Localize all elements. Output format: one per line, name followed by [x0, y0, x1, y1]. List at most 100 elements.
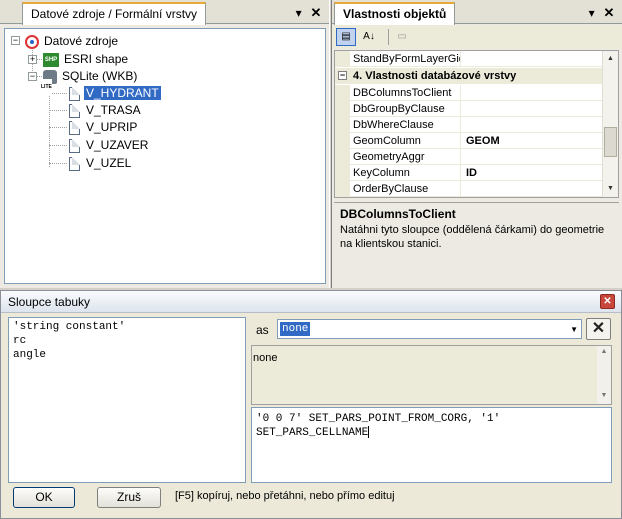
tree-node-sqlite[interactable]: SQLite (WKB) [41, 68, 139, 96]
table-icon [69, 120, 80, 135]
property-row[interactable]: OrderByClause [335, 181, 603, 197]
pin-menu-icon[interactable]: ▾ [292, 6, 306, 20]
tree-node-label: V_TRASA [86, 103, 141, 117]
row-gutter [335, 101, 350, 117]
row-gutter [335, 181, 350, 197]
scroll-down-icon[interactable]: ▼ [597, 392, 611, 399]
property-name: StandByFormLayerGid [353, 51, 461, 67]
property-name: GeometryAggr [353, 149, 461, 165]
property-row[interactable]: DbWhereClause [335, 117, 603, 133]
categorized-view-icon[interactable]: ▤ [336, 28, 356, 46]
tree-node-table[interactable]: V_UPRIP [69, 119, 139, 136]
data-sources-panel: Datové zdroje / Formální vrstvy ▾ ✕ − Da… [0, 0, 329, 288]
docked-panels: Datové zdroje / Formální vrstvy ▾ ✕ − Da… [0, 0, 622, 288]
tree-node-table[interactable]: V_UZAVER [69, 137, 150, 154]
alphabetical-sort-icon[interactable]: A↓ [359, 28, 379, 46]
tree-line [49, 110, 67, 111]
description-text: Natáhni tyto sloupce (oddělená čárkami) … [340, 224, 605, 250]
tree-node-label: V_UZEL [86, 156, 132, 170]
tree-node-label: V_UZAVER [86, 138, 149, 152]
pin-menu-icon[interactable]: ▾ [585, 6, 599, 20]
scroll-thumb[interactable] [604, 127, 617, 157]
description-title: DBColumnsToClient [340, 207, 456, 221]
expression-editor[interactable]: '0 0 7' SET_PARS_POINT_FROM_CORG, '1' SE… [251, 407, 612, 483]
table-icon [69, 138, 80, 153]
as-label: as [256, 323, 269, 337]
tree-node-label: V_UPRIP [86, 120, 138, 134]
property-name: DBColumnsToClient [353, 85, 461, 101]
list-item[interactable]: 'string constant' [13, 320, 241, 334]
info-text: none [253, 352, 278, 364]
tree-node-label: Datové zdroje [44, 34, 119, 48]
tree-node-table[interactable]: V_HYDRANT [69, 85, 161, 102]
data-source-tree[interactable]: − Datové zdroje + SHP ESRI shape − SQLite… [4, 28, 326, 284]
alias-combobox[interactable]: none ▼ [277, 319, 582, 339]
scroll-down-icon[interactable]: ▼ [603, 181, 618, 197]
row-gutter [335, 149, 350, 165]
property-row[interactable]: StandByFormLayerGid [335, 51, 603, 67]
property-row[interactable]: GeomColumn GEOM [335, 133, 603, 149]
table-icon [69, 156, 80, 171]
scroll-up-icon[interactable]: ▲ [597, 348, 611, 355]
collapse-icon[interactable]: − [11, 36, 20, 45]
property-row[interactable]: GeometryAggr [335, 149, 603, 165]
dialog-titlebar[interactable]: Sloupce tabuky ✕ [1, 291, 621, 313]
database-icon [41, 69, 57, 96]
property-row[interactable]: KeyColumn ID [335, 165, 603, 181]
tabstrip: Vlastnosti objektů ▾ ✕ [332, 0, 622, 25]
list-item[interactable]: angle [13, 348, 241, 362]
info-panel: none ▲ ▼ [251, 345, 612, 405]
property-name: GeomColumn [353, 133, 461, 149]
panel-controls: ▾ ✕ [585, 5, 616, 21]
scroll-up-icon[interactable]: ▲ [603, 51, 618, 67]
columns-list[interactable]: 'string constant' rc angle [8, 317, 246, 483]
row-gutter [335, 51, 350, 67]
panel-controls: ▾ ✕ [292, 5, 323, 21]
row-gutter [335, 165, 350, 181]
close-icon[interactable]: ✕ [309, 5, 323, 21]
hint-text: [F5] kopíruj, nebo přetáhni, nebo přímo … [175, 490, 395, 502]
row-gutter [335, 117, 350, 133]
property-name: DbGroupByClause [353, 101, 461, 117]
tree-node-table[interactable]: V_UZEL [69, 155, 133, 172]
alias-value: none [280, 322, 311, 336]
chevron-down-icon[interactable]: ▼ [570, 325, 578, 334]
property-value[interactable]: GEOM [466, 133, 500, 149]
collapse-icon[interactable]: − [338, 71, 347, 80]
property-category[interactable]: − 4. Vlastnosti databázové vrstvy [335, 68, 603, 84]
table-icon [69, 103, 80, 118]
property-row[interactable]: DbGroupByClause [335, 101, 603, 117]
property-row[interactable]: DBColumnsToClient [335, 85, 603, 101]
close-icon[interactable]: ✕ [602, 5, 616, 21]
properties-panel: Vlastnosti objektů ▾ ✕ ▤ A↓ ▭ StandByFor… [332, 0, 622, 288]
property-name: DbWhereClause [353, 117, 461, 133]
tree-line [49, 145, 67, 146]
property-grid-scrollbar[interactable]: ▲ ▼ [602, 51, 618, 197]
tree-node-esri-shape[interactable]: SHP ESRI shape [43, 51, 130, 68]
code-line: SET_PARS_CELLNAME [256, 427, 369, 439]
property-value[interactable]: ID [466, 165, 477, 181]
clear-button[interactable]: ✕ [586, 318, 611, 340]
tree-node-root[interactable]: Datové zdroje [25, 33, 120, 50]
property-grid[interactable]: StandByFormLayerGid − 4. Vlastnosti data… [334, 50, 619, 198]
tab-data-sources[interactable]: Datové zdroje / Formální vrstvy [22, 2, 207, 25]
close-icon[interactable]: ✕ [600, 294, 615, 309]
collapse-icon[interactable]: − [28, 72, 37, 81]
property-toolbar: ▤ A↓ ▭ [332, 25, 622, 49]
property-pages-icon[interactable]: ▭ [392, 28, 412, 46]
expand-icon[interactable]: + [28, 55, 37, 64]
info-scrollbar[interactable]: ▲ ▼ [597, 346, 611, 404]
list-item[interactable]: rc [13, 334, 241, 348]
tree-node-table[interactable]: V_TRASA [69, 102, 143, 119]
shapefile-icon: SHP [43, 52, 59, 67]
data-sources-icon [25, 34, 39, 49]
cancel-button[interactable]: Zruš [97, 487, 161, 508]
ok-button[interactable]: OK [13, 487, 75, 508]
table-columns-dialog: Sloupce tabuky ✕ 'string constant' rc an… [0, 290, 622, 519]
tab-object-properties[interactable]: Vlastnosti objektů [334, 2, 456, 25]
property-name: KeyColumn [353, 165, 461, 181]
code-line: '0 0 7' SET_PARS_POINT_FROM_CORG, '1' [256, 413, 501, 425]
text-caret [368, 426, 370, 439]
tabstrip: Datové zdroje / Formální vrstvy ▾ ✕ [0, 0, 329, 25]
table-icon [69, 86, 80, 101]
